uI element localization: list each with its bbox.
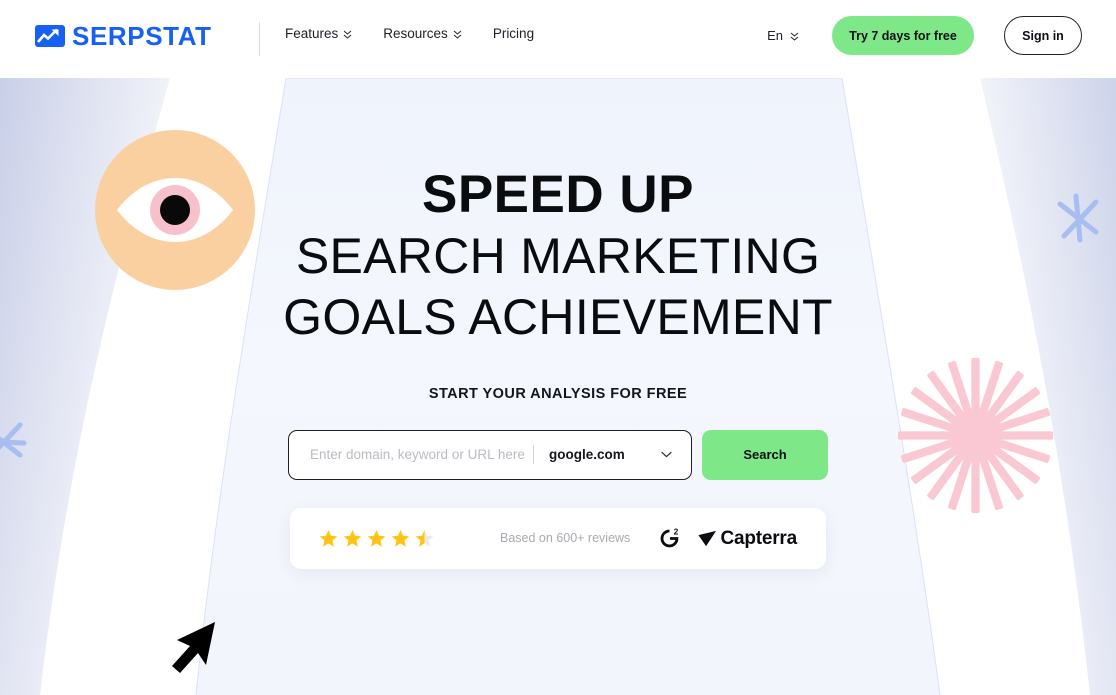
search-separator: [533, 445, 534, 465]
star-icon: [391, 529, 410, 547]
search-row: google.com Search: [288, 429, 828, 480]
svg-text:2: 2: [674, 527, 679, 537]
header-divider: [259, 22, 260, 56]
header-actions: En Try 7 days for free Sign in: [767, 16, 1082, 55]
capterra-logo-icon: [698, 530, 717, 547]
g2-logo-icon: 2: [661, 527, 679, 548]
nav-item-features[interactable]: Features: [285, 27, 352, 41]
nav-item-features-label: Features: [285, 26, 339, 41]
language-label: En: [767, 28, 783, 43]
nav-item-resources-label: Resources: [383, 26, 448, 41]
double-chevron-down-icon: [343, 29, 352, 40]
search-input[interactable]: [310, 447, 529, 463]
search-engine-select[interactable]: google.com: [549, 447, 675, 462]
search-button[interactable]: Search: [702, 429, 828, 480]
reviews-count-label: Based on 600+ reviews: [500, 531, 631, 546]
star-icon: [319, 529, 338, 547]
hero-section: SPEED UP SEARCH MARKETING GOALS ACHIEVEM…: [0, 78, 1116, 695]
double-chevron-down-icon: [453, 29, 462, 40]
page-root: SERPSTAT Features Resources Pricing En T…: [0, 0, 1116, 695]
try-free-button[interactable]: Try 7 days for free: [832, 16, 974, 55]
star-rating: [319, 529, 434, 548]
sign-in-button[interactable]: Sign in: [1004, 16, 1082, 55]
search-box[interactable]: google.com: [288, 429, 692, 480]
nav-item-pricing-label: Pricing: [492, 26, 535, 41]
serpstat-chart-arrow-logo-icon: [35, 25, 65, 47]
reviews-card: Based on 600+ reviews 2 Capterra: [290, 507, 826, 569]
site-header: SERPSTAT Features Resources Pricing En T…: [0, 0, 1116, 78]
star-icon-half: [415, 529, 434, 547]
logo-link[interactable]: SERPSTAT: [35, 18, 212, 54]
cursor-arrow-icon: [172, 622, 215, 673]
nav-item-resources[interactable]: Resources: [383, 27, 462, 41]
nav-item-pricing[interactable]: Pricing: [493, 27, 534, 41]
capterra-label: Capterra: [720, 527, 797, 549]
main-nav: Features Resources Pricing: [285, 27, 534, 41]
review-badges: 2 Capterra: [655, 524, 797, 552]
hero-subheadline: START YOUR ANALYSIS FOR FREE: [428, 385, 688, 402]
search-engine-value: google.com: [549, 447, 625, 463]
page-title: SPEED UP SEARCH MARKETING GOALS ACHIEVEM…: [283, 165, 833, 348]
headline-line-1: SPEED UP: [421, 165, 695, 224]
headline-line-3: GOALS ACHIEVEMENT: [283, 288, 833, 345]
headline-line-2: SEARCH MARKETING: [295, 227, 821, 284]
double-chevron-down-icon: [790, 31, 799, 42]
logo-text: SERPSTAT: [72, 21, 212, 51]
hero-content: SPEED UP SEARCH MARKETING GOALS ACHIEVEM…: [0, 78, 1116, 569]
language-switcher[interactable]: En: [767, 29, 799, 42]
star-icon: [367, 529, 386, 547]
star-icon: [343, 529, 362, 547]
capterra-logo: Capterra: [697, 528, 797, 549]
chevron-down-icon: [661, 452, 672, 458]
